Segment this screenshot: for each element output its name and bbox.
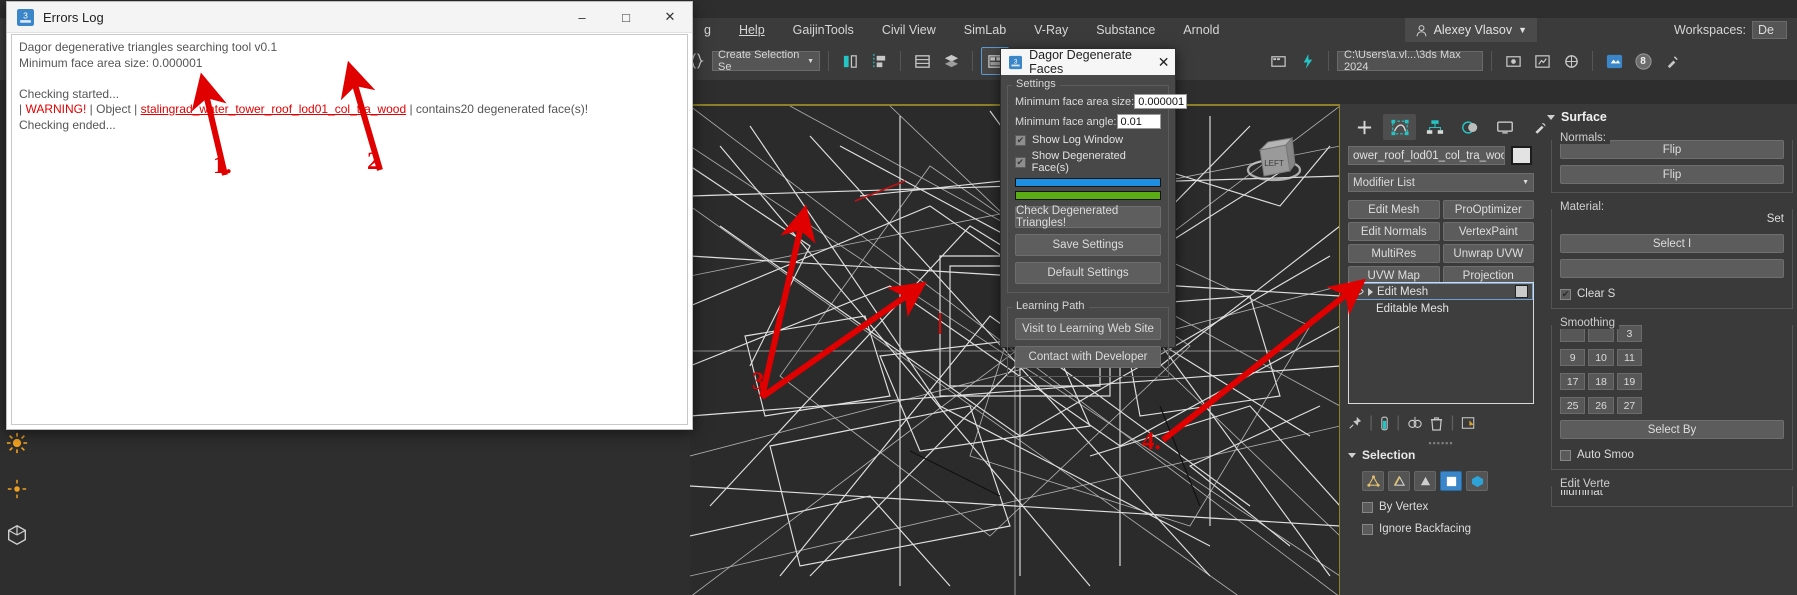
annotation-arrow-1 <box>191 72 228 176</box>
annotation-arrow-2 <box>340 60 383 171</box>
annotation-arrows-layer <box>191 60 1367 443</box>
annotation-arrow-4 <box>1161 278 1367 443</box>
screen-root: g Help GaijinTools Civil View SimLab V-R… <box>0 0 1797 595</box>
